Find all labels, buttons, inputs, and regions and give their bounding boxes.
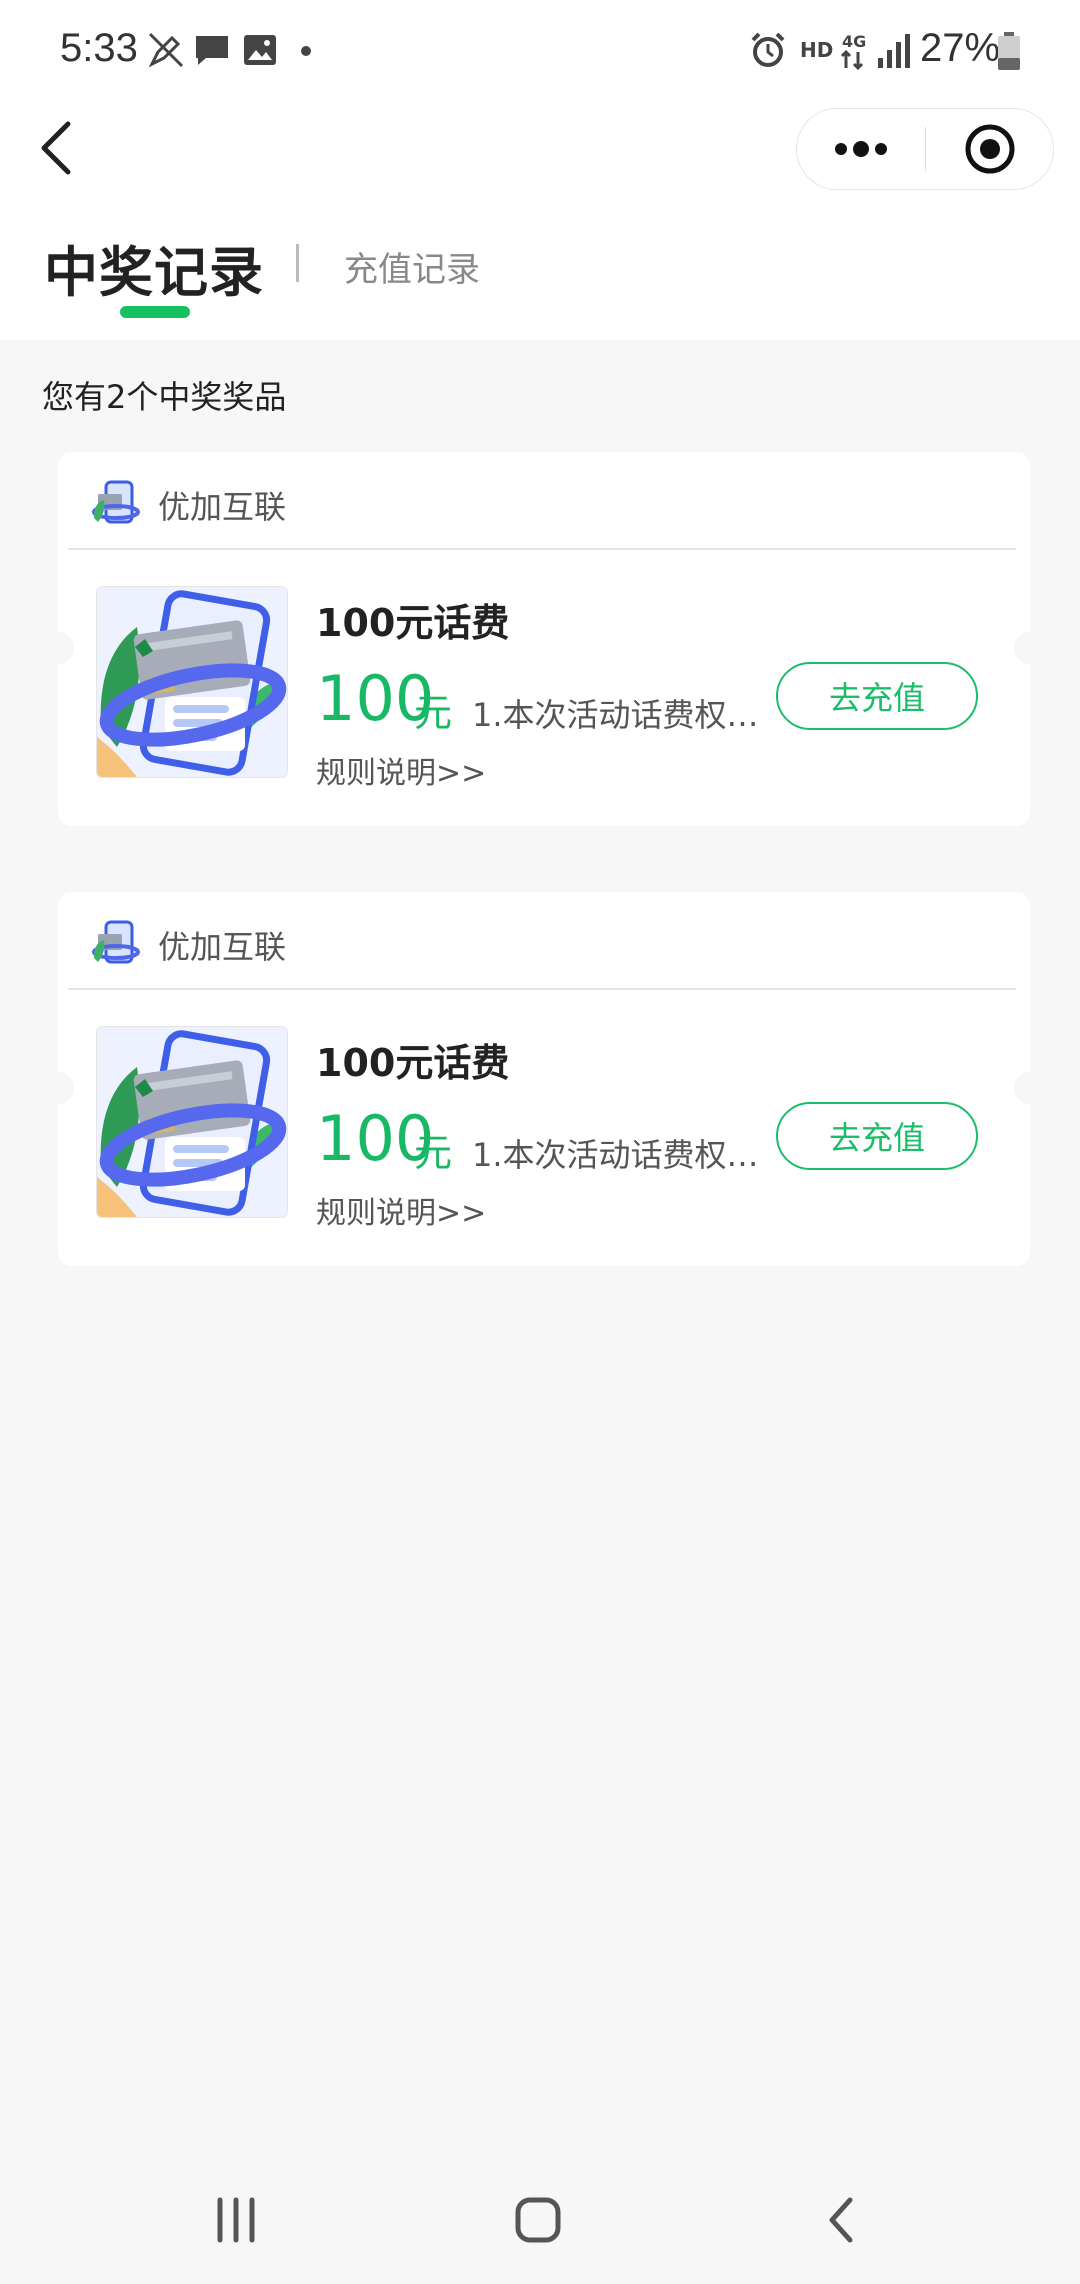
brand-logo-icon bbox=[92, 480, 140, 524]
prize-unit: 元 bbox=[414, 691, 453, 735]
card-notch bbox=[42, 632, 74, 664]
prize-summary: 您有2个中奖奖品 bbox=[42, 378, 287, 416]
status-time: 5:33 bbox=[60, 26, 138, 70]
rules-link[interactable]: 规则说明>> bbox=[316, 748, 486, 792]
tab-recharge-records[interactable]: 充值记录 bbox=[344, 242, 480, 291]
chevron-left-icon bbox=[41, 121, 71, 175]
recents-icon bbox=[217, 2197, 255, 2243]
card-divider bbox=[68, 988, 1016, 990]
prize-description: 1.本次活动话费权益由优加互联提供 bbox=[472, 1136, 762, 1174]
recharge-button[interactable]: 去充值 bbox=[776, 662, 978, 730]
home-button[interactable] bbox=[468, 2160, 608, 2280]
prize-card: 优加互联 100元话费 100 元 1.本次活动话费权益由优加互联提供 规则说明… bbox=[42, 892, 1046, 1266]
battery-percent: 27% bbox=[920, 26, 1001, 70]
prize-thumbnail bbox=[96, 586, 288, 778]
tab-separator bbox=[296, 244, 299, 282]
prize-unit: 元 bbox=[414, 1131, 453, 1175]
card-notch bbox=[1014, 1072, 1046, 1104]
alarm-icon bbox=[751, 32, 785, 67]
battery-icon bbox=[998, 32, 1020, 70]
brand-logo-icon bbox=[92, 920, 140, 964]
system-nav-bar bbox=[0, 2160, 1080, 2280]
mini-program-capsule bbox=[796, 108, 1054, 190]
prize-thumbnail bbox=[96, 1026, 288, 1218]
data-arrows-icon bbox=[840, 49, 864, 70]
card-brand: 优加互联 bbox=[158, 488, 287, 526]
card-notch bbox=[42, 1072, 74, 1104]
more-button[interactable] bbox=[797, 109, 925, 189]
close-button[interactable] bbox=[926, 109, 1054, 189]
back-icon bbox=[829, 2197, 853, 2243]
prize-title: 100元话费 bbox=[316, 601, 510, 645]
recents-button[interactable] bbox=[166, 2160, 306, 2280]
card-divider bbox=[68, 548, 1016, 550]
active-tab-indicator bbox=[120, 306, 190, 318]
recharge-button[interactable]: 去充值 bbox=[776, 1102, 978, 1170]
more-dots-icon bbox=[835, 141, 887, 157]
system-back-button[interactable] bbox=[770, 2160, 910, 2280]
pen-muted-icon bbox=[148, 32, 184, 68]
card-brand: 优加互联 bbox=[158, 928, 287, 966]
phone-card-illustration-icon bbox=[97, 1027, 287, 1217]
card-notch bbox=[1014, 632, 1046, 664]
status-bar: 5:33 HD 4G 27% bbox=[0, 0, 1080, 104]
home-icon bbox=[515, 2197, 561, 2243]
prize-title: 100元话费 bbox=[316, 1041, 510, 1085]
target-circle-icon bbox=[965, 124, 1015, 174]
rules-link[interactable]: 规则说明>> bbox=[316, 1188, 486, 1232]
back-button[interactable] bbox=[34, 112, 98, 184]
phone-card-illustration-icon bbox=[97, 587, 287, 777]
prize-card: 优加互联 100元话费 100 元 1.本次活动话费权益由优加互联提供 规则说明… bbox=[42, 452, 1046, 826]
tab-prize-records[interactable]: 中奖记录 bbox=[44, 228, 264, 307]
hd-label: HD bbox=[800, 38, 834, 62]
signal-icon bbox=[878, 34, 910, 68]
message-icon bbox=[196, 36, 228, 65]
notification-dot-icon bbox=[301, 46, 311, 56]
image-icon bbox=[244, 35, 276, 65]
prize-description: 1.本次活动话费权益由优加互联提供 bbox=[472, 696, 762, 734]
